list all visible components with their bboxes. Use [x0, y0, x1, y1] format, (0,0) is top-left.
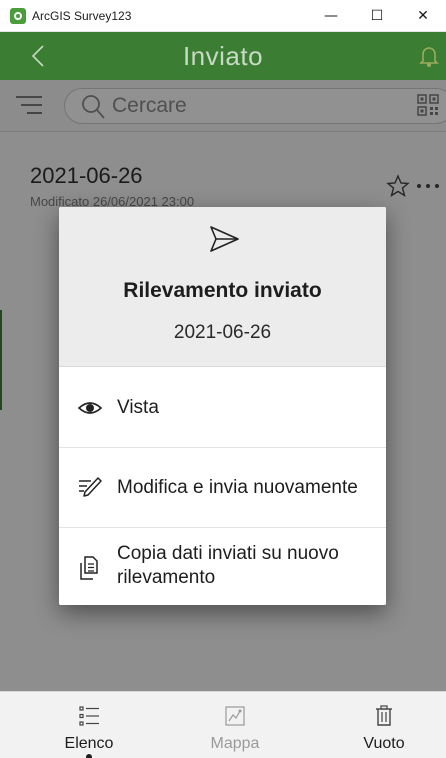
tab-list-label: Elenco: [64, 735, 114, 752]
back-button[interactable]: [26, 42, 50, 70]
tab-empty-trash-label: Vuoto: [363, 735, 405, 752]
eye-icon: [77, 402, 103, 414]
selected-indicator: [86, 754, 92, 758]
copy-to-new-label: Copia dati inviati su nuovo rilevamento: [117, 542, 339, 590]
tab-list[interactable]: Elenco: [34, 692, 144, 758]
edit-resubmit-action[interactable]: Modifica e invia nuovamente: [59, 448, 386, 527]
close-button[interactable]: ✕: [400, 0, 446, 32]
dialog-header: Rilevamento inviato 2021-06-26: [59, 207, 386, 367]
tab-empty-trash[interactable]: Vuoto: [329, 692, 439, 758]
app-header: Inviato: [0, 32, 446, 80]
maximize-button[interactable]: ☐: [354, 0, 400, 32]
map-icon: [225, 706, 245, 726]
edit-icon: [79, 477, 102, 497]
window-titlebar: ArcGIS Survey123 — ☐ ✕: [0, 0, 446, 32]
copy-to-new-label-line2: rilevamento: [117, 567, 216, 588]
edit-resubmit-label: Modifica e invia nuovamente: [117, 477, 358, 498]
dialog-subtitle: 2021-06-26: [173, 322, 272, 343]
chevron-left-icon: [31, 45, 44, 67]
dialog-title: Rilevamento inviato: [123, 279, 322, 302]
view-action[interactable]: Vista: [59, 368, 386, 447]
notification-button[interactable]: [414, 42, 444, 70]
window-title: ArcGIS Survey123: [32, 8, 132, 23]
send-icon: [210, 226, 239, 252]
trash-icon: [376, 705, 392, 726]
copy-document-icon: [80, 556, 98, 580]
list-icon: [79, 706, 99, 726]
page-title: Inviato: [182, 41, 264, 71]
copy-to-new-label-line1: Copia dati inviati su nuovo: [117, 543, 339, 564]
view-action-label: Vista: [117, 397, 159, 418]
window-controls: — ☐ ✕: [308, 0, 446, 32]
copy-to-new-action[interactable]: Copia dati inviati su nuovo rilevamento: [59, 528, 386, 605]
app-icon: [10, 7, 26, 24]
bottom-tab-bar: Elenco Mappa Vuoto: [0, 691, 446, 758]
tab-map-label: Mappa: [210, 735, 260, 752]
submitted-survey-dialog: Rilevamento inviato 2021-06-26 Vista Mod…: [59, 207, 386, 605]
tab-map[interactable]: Mappa: [180, 692, 290, 758]
minimize-button[interactable]: —: [308, 0, 354, 32]
bell-icon: [419, 47, 439, 67]
